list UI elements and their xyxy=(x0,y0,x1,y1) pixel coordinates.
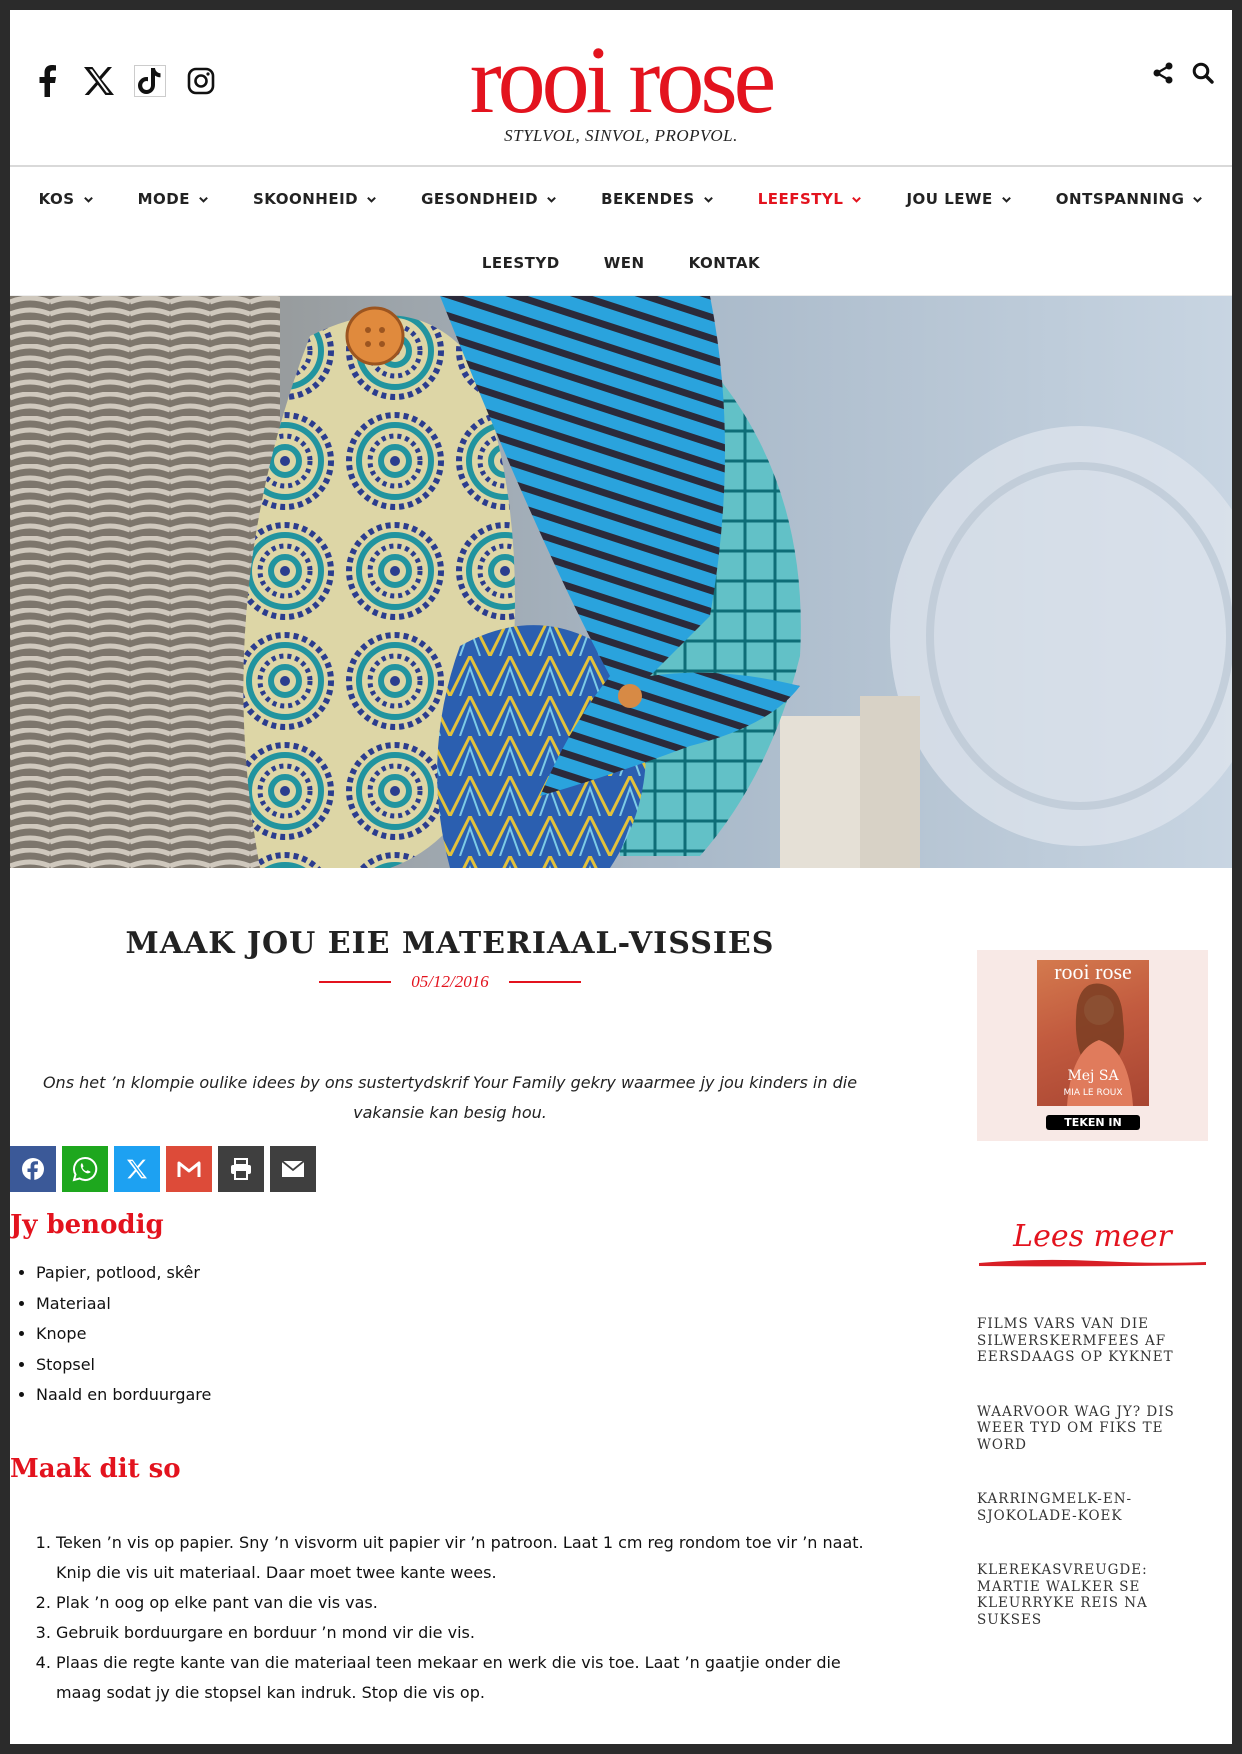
steps-list: Teken ’n vis op papier. Sny ’n visvorm u… xyxy=(10,1528,886,1708)
page: rooi rose STYLVOL, SINVOL, PROPVOL. KOS … xyxy=(10,10,1232,1744)
list-item: Papier, potlood, skêr xyxy=(36,1258,211,1289)
nav-row-secondary: LEESTYD WEN KONTAK xyxy=(10,231,1232,295)
x-twitter-icon xyxy=(127,1159,147,1179)
needs-list: Papier, potlood, skêr Materiaal Knope St… xyxy=(10,1258,211,1411)
share-facebook-button[interactable] xyxy=(10,1146,56,1192)
article-title: MAAK JOU EIE MATERIAAL-VISSIES xyxy=(125,926,775,961)
search-icon[interactable] xyxy=(1192,62,1214,89)
lees-meer-heading: Lees meer xyxy=(1013,1219,1172,1254)
list-item: Plak ’n oog op elke pant van die vis vas… xyxy=(56,1588,886,1618)
chevron-down-icon xyxy=(1001,196,1011,203)
chevron-down-icon xyxy=(852,196,862,203)
magazine-promo[interactable]: rooi rose Mej SA MIA LE ROUX TEKEN IN xyxy=(977,950,1208,1141)
list-item: Teken ’n vis op papier. Sny ’n visvorm u… xyxy=(56,1528,886,1588)
magazine-cover-line: Mej SA xyxy=(1067,1068,1119,1084)
share-icon[interactable] xyxy=(1152,62,1174,89)
list-item: Knope xyxy=(36,1319,211,1350)
facebook-icon xyxy=(22,1158,44,1181)
cover-model-image xyxy=(1067,983,1133,1106)
nav-label: KOS xyxy=(38,190,75,208)
logo-wordmark: rooi rose xyxy=(469,26,777,133)
lees-meer-list: FILMS VARS VAN DIE SILWERSKERMFEES AF EE… xyxy=(977,1316,1208,1628)
subscribe-button[interactable]: TEKEN IN xyxy=(1046,1115,1140,1130)
header-actions xyxy=(1152,62,1214,89)
share-x-button[interactable] xyxy=(114,1146,160,1192)
nav-item-leestyd[interactable]: LEESTYD xyxy=(460,254,582,272)
email-icon xyxy=(281,1160,305,1177)
article-date: 05/12/2016 xyxy=(411,972,489,991)
related-article-link[interactable]: FILMS VARS VAN DIE SILWERSKERMFEES AF EE… xyxy=(977,1316,1208,1366)
nav-item-gesondheid[interactable]: GESONDHEID xyxy=(399,190,579,208)
nav-item-kos[interactable]: KOS xyxy=(17,190,116,208)
list-item: Stopsel xyxy=(36,1350,211,1381)
nav-item-bekendes[interactable]: BEKENDES xyxy=(579,190,736,208)
nav-label: SKOONHEID xyxy=(252,190,359,208)
main-navigation: KOS MODE SKOONHEID GESONDHEID BEKENDES L… xyxy=(10,167,1232,296)
nav-item-mode[interactable]: MODE xyxy=(116,190,231,208)
site-header: rooi rose STYLVOL, SINVOL, PROPVOL. xyxy=(10,10,1232,167)
chevron-down-icon xyxy=(1193,196,1203,203)
site-logo[interactable]: rooi rose STYLVOL, SINVOL, PROPVOL. xyxy=(10,26,1232,146)
nav-label: BEKENDES xyxy=(601,190,695,208)
list-item: Materiaal xyxy=(36,1289,211,1320)
nav-label: JOU LEWE xyxy=(906,190,993,208)
brush-divider xyxy=(979,1259,1206,1267)
list-item: Plaas die regte kante van die materiaal … xyxy=(56,1648,886,1708)
chevron-down-icon xyxy=(547,196,556,203)
hero-image xyxy=(10,296,1232,868)
related-article-link[interactable]: WAARVOOR WAG JY? DIS WEER TYD OM FIKS TE… xyxy=(977,1404,1208,1454)
list-item: Naald en borduurgare xyxy=(36,1380,211,1411)
date-divider-left xyxy=(319,981,392,983)
share-bar xyxy=(10,1146,316,1192)
site-tagline: STYLVOL, SINVOL, PROPVOL. xyxy=(504,126,738,145)
magazine-cover: rooi rose Mej SA MIA LE ROUX xyxy=(1037,960,1149,1106)
whatsapp-icon xyxy=(72,1156,98,1182)
nav-label: WEN xyxy=(603,254,645,272)
nav-label: ONTSPANNING xyxy=(1055,190,1185,208)
print-icon xyxy=(231,1158,251,1180)
magazine-cover-sub: MIA LE ROUX xyxy=(1063,1088,1123,1098)
article-intro: Ons het ’n klompie oulike idees by ons s… xyxy=(42,1073,858,1122)
related-article-link[interactable]: KLEREKASVREUGDE: MARTIE WALKER SE KLEURR… xyxy=(977,1562,1208,1628)
share-whatsapp-button[interactable] xyxy=(62,1146,108,1192)
share-print-button[interactable] xyxy=(218,1146,264,1192)
nav-item-leefstyl[interactable]: LEEFSTYL xyxy=(736,190,885,208)
related-article-link[interactable]: KARRINGMELK-EN-SJOKOLADE-KOEK xyxy=(977,1491,1208,1524)
nav-item-ontspanning[interactable]: ONTSPANNING xyxy=(1034,190,1226,208)
article-date-row: 05/12/2016 xyxy=(10,972,890,992)
nav-row-primary: KOS MODE SKOONHEID GESONDHEID BEKENDES L… xyxy=(10,167,1232,231)
date-divider-right xyxy=(508,981,581,983)
nav-label: LEESTYD xyxy=(481,254,560,272)
sidebar: rooi rose Mej SA MIA LE ROUX TEKEN IN Le… xyxy=(977,950,1208,1666)
nav-item-jou-lewe[interactable]: JOU LEWE xyxy=(884,190,1033,208)
chevron-down-icon xyxy=(703,196,713,203)
steps-heading: Maak dit so xyxy=(10,1454,181,1484)
needs-heading: Jy benodig xyxy=(10,1210,164,1240)
gmail-icon xyxy=(177,1161,201,1177)
share-gmail-button[interactable] xyxy=(166,1146,212,1192)
nav-item-wen[interactable]: WEN xyxy=(582,254,667,272)
nav-label: LEEFSTYL xyxy=(757,190,844,208)
fabric-fish-photo xyxy=(10,296,1232,868)
nav-label: KONTAK xyxy=(688,254,761,272)
chevron-down-icon xyxy=(367,196,377,203)
chevron-down-icon xyxy=(83,196,93,203)
nav-label: MODE xyxy=(137,190,190,208)
nav-label: GESONDHEID xyxy=(421,190,539,208)
nav-item-kontak[interactable]: KONTAK xyxy=(667,254,783,272)
chevron-down-icon xyxy=(199,196,208,203)
nav-item-skoonheid[interactable]: SKOONHEID xyxy=(231,190,399,208)
share-email-button[interactable] xyxy=(270,1146,316,1192)
list-item: Gebruik borduurgare en borduur ’n mond v… xyxy=(56,1618,886,1648)
